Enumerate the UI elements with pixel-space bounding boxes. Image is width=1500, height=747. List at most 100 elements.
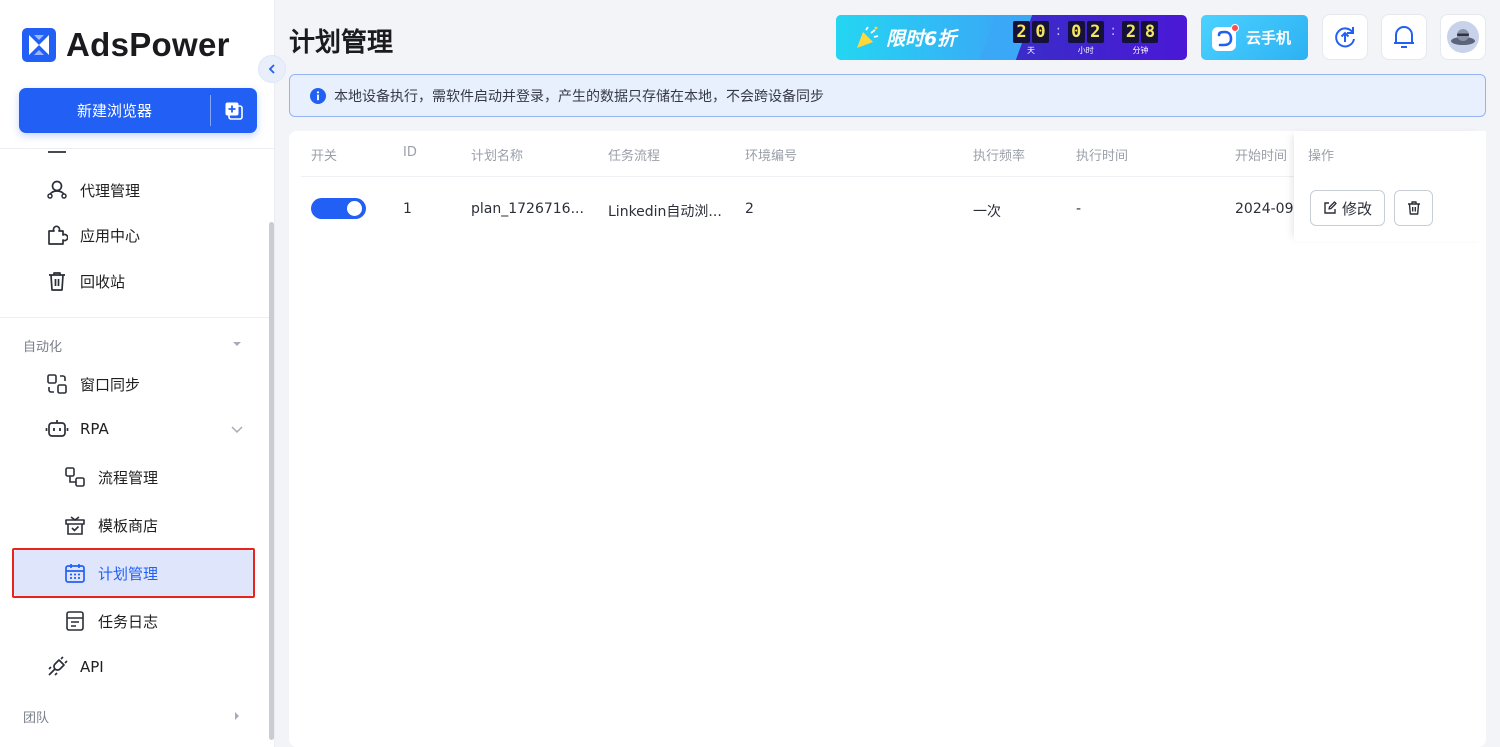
plan-enabled-toggle[interactable] <box>311 198 366 219</box>
sidebar-item-label: 应用中心 <box>80 226 141 245</box>
promo-countdown: 2 0 天 : 0 2 小时 : 2 8 分钟 <box>1012 21 1159 56</box>
puzzle-icon <box>45 223 69 247</box>
cloud-phone-button[interactable]: 云手机 <box>1201 15 1308 60</box>
sidebar-item-task-log[interactable]: 任务日志 <box>0 601 275 641</box>
avatar-icon <box>1447 21 1479 53</box>
cloud-phone-label: 云手机 <box>1246 29 1292 47</box>
divider <box>0 148 275 149</box>
sidebar-item-label: 回收站 <box>80 272 126 291</box>
chevron-down-icon[interactable] <box>229 421 245 437</box>
actions-column: 操作 修改 <box>1294 131 1486 241</box>
sidebar-item-template-store[interactable]: 模板商店 <box>0 505 275 545</box>
countdown-unit: 天 <box>1027 46 1035 55</box>
sidebar-item-label: API <box>80 658 104 676</box>
cell-frequency: 一次 <box>973 204 1001 220</box>
collapse-sidebar-button[interactable] <box>258 55 286 83</box>
column-header-actions: 操作 <box>1308 149 1335 164</box>
countdown-digit: 0 <box>1067 21 1085 43</box>
promo-left: 限时6折 <box>836 15 1006 60</box>
sidebar-item-label: 流程管理 <box>98 468 159 487</box>
sidebar-item-proxy[interactable]: 代理管理 <box>0 170 275 210</box>
cell-exec-time: - <box>1076 201 1082 217</box>
edit-button-label: 修改 <box>1341 199 1372 218</box>
store-icon <box>63 513 87 537</box>
column-header-env-no: 环境编号 <box>745 149 798 164</box>
proxy-icon <box>45 178 69 202</box>
info-notice: 本地设备执行，需软件启动并登录，产生的数据只存储在本地，不会跨设备同步 <box>289 74 1486 117</box>
update-button[interactable] <box>1322 14 1368 60</box>
sidebar-item-flow-management[interactable]: 流程管理 <box>0 457 275 497</box>
sidebar-item-label: 模板商店 <box>98 516 159 535</box>
sidebar-item-app-center[interactable]: 应用中心 <box>0 215 275 255</box>
countdown-digit: 0 <box>1032 21 1049 43</box>
sidebar-item-label: RPA <box>80 420 109 438</box>
log-icon <box>63 609 87 633</box>
edit-icon <box>1324 201 1337 214</box>
adspower-logo-icon <box>22 28 56 62</box>
add-multiple-icon <box>225 102 243 120</box>
party-popper-icon <box>857 26 879 48</box>
promo-title: 限时6折 <box>886 28 957 50</box>
countdown-hours: 0 2 小时 <box>1067 21 1105 56</box>
new-browser-label[interactable]: 新建浏览器 <box>19 88 210 133</box>
delete-button[interactable] <box>1394 190 1433 226</box>
section-team[interactable]: 团队 <box>23 707 49 726</box>
section-automation[interactable]: 自动化 <box>23 336 62 355</box>
cloud-phone-icon <box>1212 23 1239 51</box>
caret-right-icon[interactable] <box>233 710 241 722</box>
flow-icon <box>63 465 87 489</box>
sidebar-item-api[interactable]: API <box>0 647 275 687</box>
column-header-frequency: 执行频率 <box>973 149 1026 164</box>
sidebar-item-label: 任务日志 <box>98 612 159 631</box>
column-header-switch: 开关 <box>311 149 338 164</box>
cell-task-flow: Linkedin自动浏... <box>608 204 722 220</box>
robot-icon <box>45 417 69 441</box>
countdown-unit: 小时 <box>1077 46 1094 55</box>
plug-icon <box>45 655 69 679</box>
sidebar-scrollbar[interactable] <box>269 222 274 740</box>
column-header-task-flow: 任务流程 <box>608 149 661 164</box>
countdown-digit: 2 <box>1086 21 1104 43</box>
countdown-unit: 分钟 <box>1132 46 1149 55</box>
countdown-days: 2 0 天 <box>1012 21 1050 56</box>
brand-logo[interactable]: AdsPower <box>22 26 230 64</box>
sidebar-item-label: 代理管理 <box>80 181 141 200</box>
new-browser-button[interactable]: 新建浏览器 <box>19 88 257 133</box>
countdown-digit: 8 <box>1141 21 1159 43</box>
brand-name: AdsPower <box>66 26 230 63</box>
sidebar-item-rpa[interactable]: RPA <box>0 409 275 449</box>
refresh-upload-icon <box>1335 27 1355 48</box>
column-header-id[interactable]: ID <box>403 145 417 160</box>
promo-banner[interactable]: 限时6折 2 0 天 : 0 2 小时 : 2 8 分钟 <box>836 15 1187 60</box>
column-header-plan-name: 计划名称 <box>471 149 524 164</box>
trash-icon <box>45 269 69 293</box>
notifications-button[interactable] <box>1381 14 1427 60</box>
caret-down-icon[interactable] <box>231 340 243 348</box>
window-sync-icon <box>45 372 69 396</box>
edit-button[interactable]: 修改 <box>1310 190 1385 226</box>
sidebar: AdsPower 新建浏览器 代理管理 应用中心 回收站 自动化 窗口同步 RP… <box>0 0 275 747</box>
countdown-minutes: 2 8 分钟 <box>1121 21 1159 56</box>
sidebar-item-window-sync[interactable]: 窗口同步 <box>0 364 275 404</box>
notice-text: 本地设备执行，需软件启动并登录，产生的数据只存储在本地，不会跨设备同步 <box>334 88 824 105</box>
bell-icon <box>1394 26 1414 48</box>
column-header-start-time: 开始时间 <box>1235 149 1288 164</box>
countdown-separator: : <box>1056 23 1061 39</box>
batch-add-button[interactable] <box>211 88 257 133</box>
plan-table: 开关 ID 计划名称 任务流程 环境编号 执行频率 执行时间 开始时间 1 pl… <box>289 131 1486 747</box>
cell-env-no: 2 <box>745 201 754 217</box>
cell-id: 1 <box>403 201 412 217</box>
countdown-digit: 2 <box>1013 21 1030 43</box>
countdown-separator: : <box>1110 23 1116 39</box>
chevron-left-icon <box>268 64 275 74</box>
cell-plan-name: plan_1726716... <box>471 201 584 217</box>
highlight-outline <box>12 548 255 598</box>
column-header-exec-time: 执行时间 <box>1076 149 1129 164</box>
sidebar-item-recycle-bin[interactable]: 回收站 <box>0 261 275 301</box>
trash-icon <box>1407 201 1420 215</box>
page-title: 计划管理 <box>289 28 394 58</box>
user-avatar-button[interactable] <box>1440 14 1486 60</box>
sidebar-item-label: 窗口同步 <box>80 375 141 394</box>
toggle-knob <box>347 201 362 216</box>
divider <box>0 317 275 318</box>
